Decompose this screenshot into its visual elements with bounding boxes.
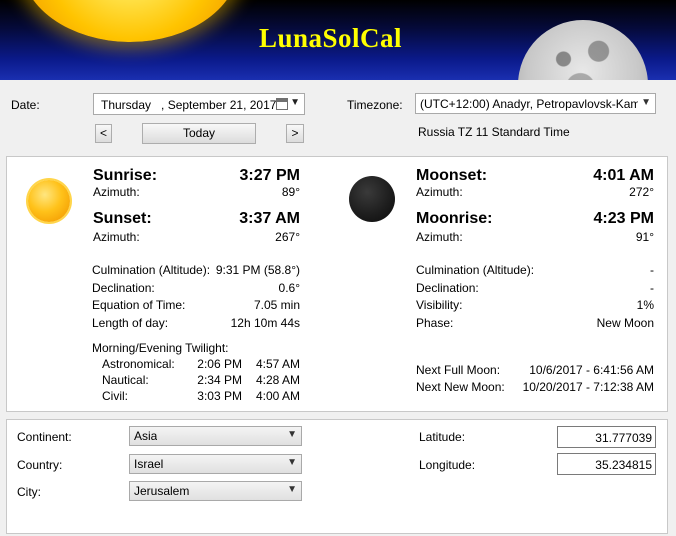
latitude-input[interactable]: 31.777039 [557, 426, 656, 448]
visibility: 1% [636, 298, 654, 312]
new-moon-icon [349, 176, 395, 222]
moonset-label: Moonset: [416, 167, 488, 184]
day-length-label: Length of day: [92, 316, 169, 330]
sun-declination-label: Declination: [92, 281, 155, 295]
twilight-civil-morning: 3:03 PM [197, 389, 242, 403]
moonrise-time: 4:23 PM [593, 210, 654, 227]
moonrise-label: Moonrise: [416, 210, 493, 227]
twilight-title: Morning/Evening Twilight: [92, 341, 229, 355]
country-select[interactable]: Israel ▼ [129, 454, 302, 474]
longitude-input[interactable]: 35.234815 [557, 453, 656, 475]
moon-declination: - [650, 281, 654, 295]
sun-image [20, 0, 240, 42]
continent-select[interactable]: Asia ▼ [129, 426, 302, 446]
latitude-value: 31.777039 [595, 431, 652, 445]
header-banner: LunaSolCal [0, 0, 676, 80]
twilight-astronomical-label: Astronomical: [102, 357, 175, 371]
chevron-down-icon[interactable]: ▼ [290, 97, 300, 108]
twilight-civil-evening: 4:00 AM [255, 389, 300, 403]
visibility-label: Visibility: [416, 298, 463, 312]
timezone-name: Russia TZ 11 Standard Time [418, 125, 570, 139]
next-day-button[interactable]: > [286, 124, 304, 143]
moon-culmination: - [650, 263, 654, 277]
date-picker[interactable]: Thursday , September 21, 2017 ▼ [93, 93, 305, 115]
sunset-azimuth: 267° [275, 230, 300, 244]
chevron-down-icon[interactable]: ▼ [287, 457, 297, 468]
twilight-nautical-label: Nautical: [102, 373, 149, 387]
chevron-down-icon[interactable]: ▼ [287, 429, 297, 440]
moon-declination-label: Declination: [416, 281, 479, 295]
longitude-value: 35.234815 [595, 458, 652, 472]
twilight-astronomical-evening: 4:57 AM [255, 357, 300, 371]
sun-culmination: 9:31 PM (58.8°) [215, 263, 300, 277]
calendar-icon[interactable] [276, 98, 288, 110]
moon-culmination-label: Culmination (Altitude): [416, 263, 535, 277]
moonset-time: 4:01 AM [593, 167, 654, 184]
moonset-azimuth: 272° [629, 185, 654, 199]
city-value: Jerusalem [134, 484, 190, 498]
latitude-label: Latitude: [419, 430, 466, 444]
sunrise-label: Sunrise: [93, 167, 158, 184]
chevron-down-icon[interactable]: ▼ [287, 484, 297, 495]
city-select[interactable]: Jerusalem ▼ [129, 481, 302, 501]
moon-image [518, 20, 648, 80]
twilight-nautical-morning: 2:34 PM [197, 373, 242, 387]
phase: New Moon [596, 316, 654, 330]
timezone-select[interactable]: (UTC+12:00) Anadyr, Petropavlovsk-Kamcha… [415, 93, 656, 114]
equation-of-time: 7.05 min [253, 298, 300, 312]
continent-label: Continent: [17, 430, 72, 444]
city-label: City: [17, 485, 41, 499]
twilight-civil-label: Civil: [102, 389, 128, 403]
moonrise-azimuth: 91° [635, 230, 654, 244]
longitude-label: Longitude: [419, 458, 476, 472]
sunset-azimuth-label: Azimuth: [93, 230, 140, 244]
sun-icon [28, 180, 70, 222]
phase-label: Phase: [416, 316, 454, 330]
next-full-moon: 10/6/2017 - 6:41:56 AM [529, 363, 654, 377]
sun-declination: 0.6° [278, 281, 300, 295]
next-new-moon-label: Next New Moon: [416, 380, 505, 394]
country-value: Israel [134, 457, 164, 471]
continent-value: Asia [134, 429, 158, 443]
twilight-astronomical-morning: 2:06 PM [197, 357, 242, 371]
moonset-azimuth-label: Azimuth: [416, 185, 463, 199]
sunset-time: 3:37 AM [239, 210, 300, 227]
next-new-moon: 10/20/2017 - 7:12:38 AM [522, 380, 654, 394]
chevron-down-icon[interactable]: ▼ [641, 97, 651, 108]
previous-day-button[interactable]: < [95, 124, 112, 143]
date-value: Thursday , September 21, 2017 [101, 98, 277, 112]
country-label: Country: [17, 458, 63, 472]
sunset-label: Sunset: [93, 210, 152, 227]
equation-of-time-label: Equation of Time: [92, 298, 186, 312]
timezone-value: (UTC+12:00) Anadyr, Petropavlovsk-Kamcha… [420, 97, 638, 111]
sunrise-time: 3:27 PM [239, 167, 300, 184]
moonrise-azimuth-label: Azimuth: [416, 230, 463, 244]
twilight-nautical-evening: 4:28 AM [255, 373, 300, 387]
next-full-moon-label: Next Full Moon: [416, 363, 501, 377]
today-button[interactable]: Today [142, 123, 256, 144]
sunrise-azimuth: 89° [281, 185, 300, 199]
app-title: LunaSolCal [259, 23, 403, 53]
date-label: Date: [11, 98, 40, 112]
timezone-label: Timezone: [347, 98, 403, 112]
sunrise-azimuth-label: Azimuth: [93, 185, 140, 199]
day-length: 12h 10m 44s [230, 316, 300, 330]
